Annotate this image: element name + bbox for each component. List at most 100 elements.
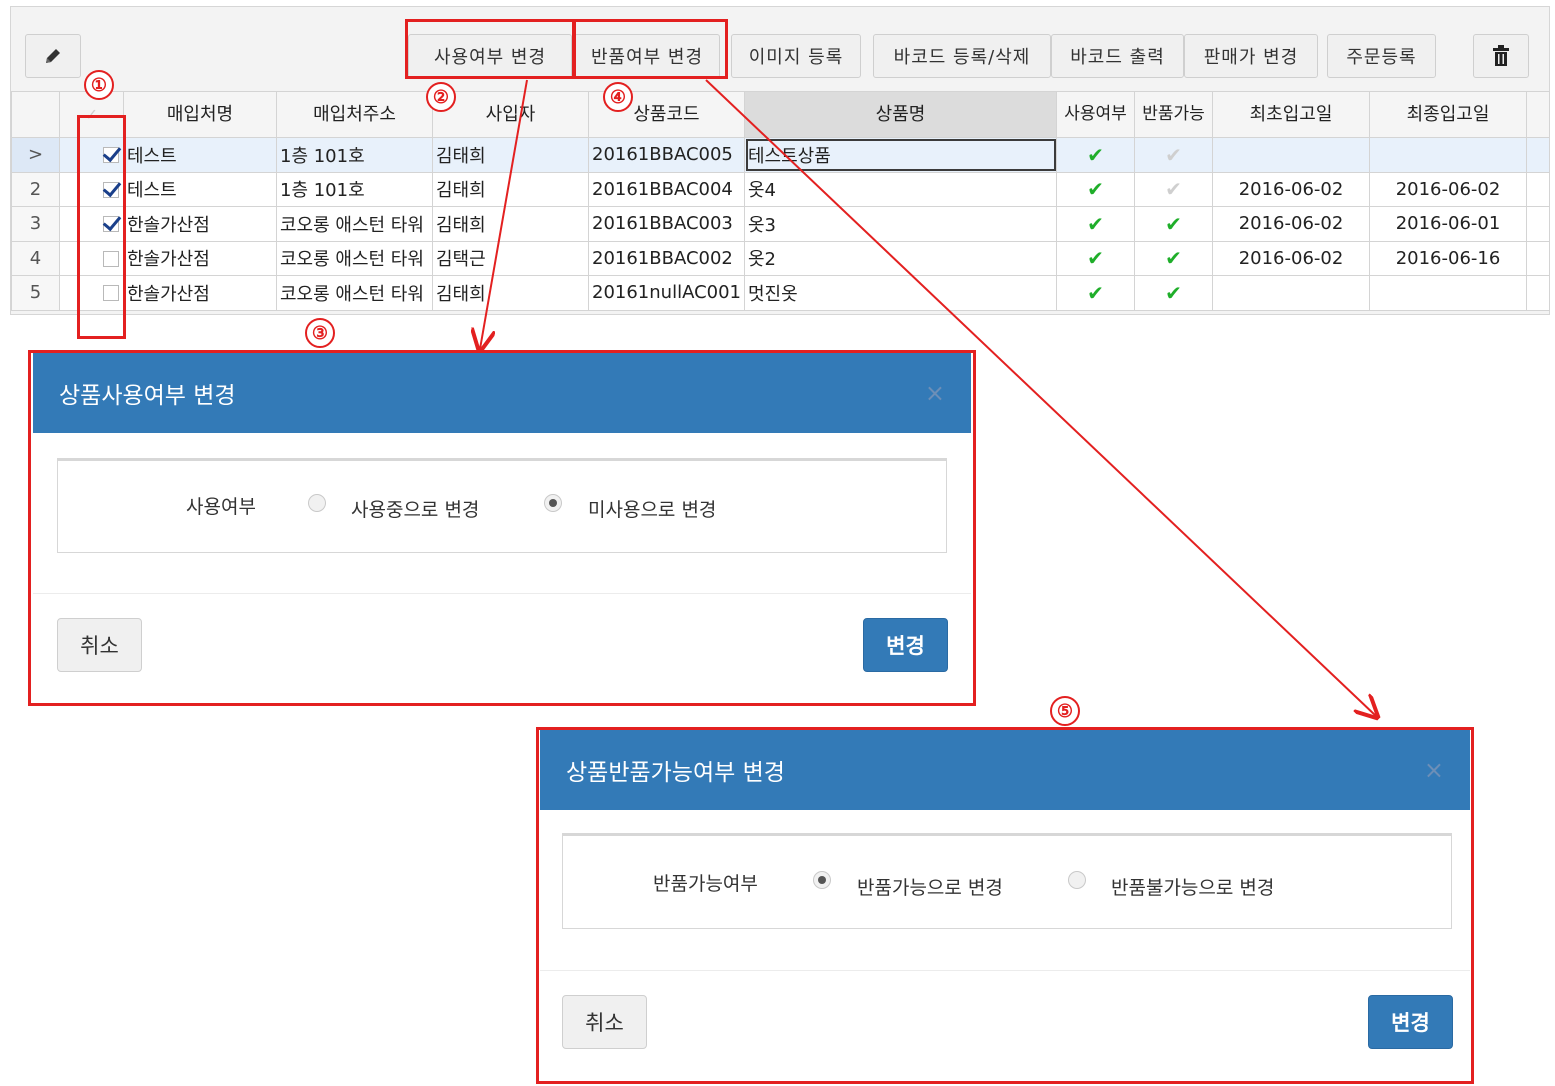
return-check-icon: ✔ — [1134, 137, 1213, 173]
vendor-cell: 테스트 — [123, 171, 277, 207]
edit-button[interactable] — [25, 34, 81, 78]
first-date-cell: 2016-06-02 — [1212, 206, 1370, 242]
name-cell: 멋진옷 — [744, 275, 1057, 311]
step-marker-2: ② — [426, 82, 456, 112]
dialog-title: 상품반품가능여부 변경 — [566, 760, 785, 786]
buyer-cell: 김태희 — [432, 171, 589, 207]
return-change-dialog: 상품반품가능여부 변경 × 반품가능여부 반품가능으로 변경 반품불가능으로 변… — [540, 730, 1470, 1081]
buyer-cell: 김태희 — [432, 206, 589, 242]
code-cell: 20161nullAC001 — [588, 275, 745, 311]
col-return[interactable]: 반품가능 — [1134, 91, 1213, 138]
pencil-icon — [46, 49, 60, 63]
dialog-title: 상품사용여부 변경 — [59, 383, 236, 409]
delete-button[interactable] — [1473, 34, 1529, 78]
table-row[interactable]: > 테스트 1층 101호 김태희 20161BBAC005 테스트상품 ✔ ✔ — [11, 137, 1550, 173]
use-check-icon: ✔ — [1056, 137, 1135, 173]
address-cell: 코오롱 애스턴 타워 — [276, 206, 433, 242]
use-check-icon: ✔ — [1056, 240, 1135, 276]
confirm-button[interactable]: 변경 — [863, 618, 948, 672]
cancel-button[interactable]: 취소 — [57, 618, 142, 672]
barcode-print-button[interactable]: 바코드 출력 — [1051, 34, 1184, 78]
dialog-header: 상품사용여부 변경 — [33, 353, 971, 433]
trash-icon — [1493, 45, 1509, 66]
col-name[interactable]: 상품명 — [744, 91, 1057, 138]
buyer-cell: 김태희 — [432, 137, 589, 173]
use-check-icon: ✔ — [1056, 206, 1135, 242]
last-date-cell — [1369, 137, 1527, 173]
barcode-register-button[interactable]: 바코드 등록/삭제 — [873, 34, 1051, 78]
last-date-cell: 2016-06-02 — [1369, 171, 1527, 207]
divider — [540, 970, 1470, 971]
field-label: 사용여부 — [186, 496, 256, 518]
row-num-header — [11, 91, 60, 138]
name-cell[interactable]: 테스트상품 — [744, 137, 1057, 173]
address-cell: 코오롱 애스턴 타워 — [276, 240, 433, 276]
col-use[interactable]: 사용여부 — [1056, 91, 1135, 138]
divider — [33, 593, 971, 594]
vendor-cell: 테스트 — [123, 137, 277, 173]
return-check-icon: ✔ — [1134, 240, 1213, 276]
col-last-date[interactable]: 최종입고일 — [1369, 91, 1527, 138]
buyer-cell: 김택근 — [432, 240, 589, 276]
register-image-button[interactable]: 이미지 등록 — [731, 34, 861, 78]
use-on-radio[interactable] — [308, 494, 326, 512]
table-header-row: ✓ 매입처명 매입처주소 사입자 상품코드 상품명 사용여부 반품가능 최초입고… — [11, 91, 1550, 138]
col-first-date[interactable]: 최초입고일 — [1212, 91, 1370, 138]
vendor-cell: 한솔가산점 — [123, 206, 277, 242]
row-number: 5 — [11, 275, 60, 311]
close-icon[interactable]: × — [1424, 756, 1444, 784]
code-cell: 20161BBAC004 — [588, 171, 745, 207]
first-date-cell — [1212, 275, 1370, 311]
annotation-box-checkboxes — [77, 115, 126, 339]
table-row[interactable]: 4 한솔가산점 코오롱 애스턴 타워 김택근 20161BBAC002 옷2 ✔… — [11, 240, 1550, 276]
return-off-radio[interactable] — [1068, 871, 1086, 889]
row-number: 3 — [11, 206, 60, 242]
annotation-box-use-button — [405, 19, 575, 79]
vendor-cell: 한솔가산점 — [123, 240, 277, 276]
register-order-button[interactable]: 주문등록 — [1327, 34, 1436, 78]
step-marker-3: ③ — [305, 318, 335, 348]
address-cell: 1층 101호 — [276, 137, 433, 173]
use-on-label[interactable]: 사용중으로 변경 — [351, 495, 479, 522]
first-date-cell: 2016-06-02 — [1212, 240, 1370, 276]
vendor-cell: 한솔가산점 — [123, 275, 277, 311]
table-row[interactable]: 3 한솔가산점 코오롱 애스턴 타워 김태희 20161BBAC003 옷3 ✔… — [11, 206, 1550, 242]
row-indicator: > — [11, 137, 60, 173]
return-check-icon: ✔ — [1134, 275, 1213, 311]
row-number: 2 — [11, 171, 60, 207]
return-check-icon: ✔ — [1134, 171, 1213, 207]
annotation-box-return-button — [573, 19, 728, 79]
product-table: ✓ 매입처명 매입처주소 사입자 상품코드 상품명 사용여부 반품가능 최초입고… — [11, 91, 1550, 311]
code-cell: 20161BBAC003 — [588, 206, 745, 242]
field-label: 반품가능여부 — [653, 873, 758, 895]
first-date-cell: 2016-06-02 — [1212, 171, 1370, 207]
col-vendor[interactable]: 매입처명 — [123, 91, 277, 138]
last-date-cell: 2016-06-01 — [1369, 206, 1527, 242]
table-row[interactable]: 2 테스트 1층 101호 김태희 20161BBAC004 옷4 ✔ ✔ 20… — [11, 171, 1550, 207]
confirm-button[interactable]: 변경 — [1368, 995, 1453, 1049]
dialog-header: 상품반품가능여부 변경 — [540, 730, 1470, 810]
name-cell: 옷4 — [744, 171, 1057, 207]
product-grid-panel: 사용여부 변경 반품여부 변경 이미지 등록 바코드 등록/삭제 바코드 출력 … — [10, 6, 1550, 315]
return-on-label[interactable]: 반품가능으로 변경 — [857, 873, 1003, 900]
address-cell: 1층 101호 — [276, 171, 433, 207]
use-off-label[interactable]: 미사용으로 변경 — [588, 495, 716, 522]
return-off-label[interactable]: 반품불가능으로 변경 — [1111, 873, 1274, 900]
code-cell: 20161BBAC005 — [588, 137, 745, 173]
return-on-radio[interactable] — [813, 871, 831, 889]
table-row[interactable]: 5 한솔가산점 코오롱 애스턴 타워 김태희 20161nullAC001 멋진… — [11, 275, 1550, 311]
step-marker-5: ⑤ — [1050, 696, 1080, 726]
last-date-cell: 2016-06-16 — [1369, 240, 1527, 276]
use-check-icon: ✔ — [1056, 171, 1135, 207]
name-cell: 옷3 — [744, 206, 1057, 242]
close-icon[interactable]: × — [925, 379, 945, 407]
cancel-button[interactable]: 취소 — [562, 995, 647, 1049]
col-address[interactable]: 매입처주소 — [276, 91, 433, 138]
last-date-cell — [1369, 275, 1527, 311]
use-off-radio[interactable] — [544, 494, 562, 512]
code-cell: 20161BBAC002 — [588, 240, 745, 276]
change-price-button[interactable]: 판매가 변경 — [1184, 34, 1318, 78]
row-number: 4 — [11, 240, 60, 276]
return-check-icon: ✔ — [1134, 206, 1213, 242]
use-change-dialog: 상품사용여부 변경 × 사용여부 사용중으로 변경 미사용으로 변경 취소 변경 — [33, 353, 971, 703]
